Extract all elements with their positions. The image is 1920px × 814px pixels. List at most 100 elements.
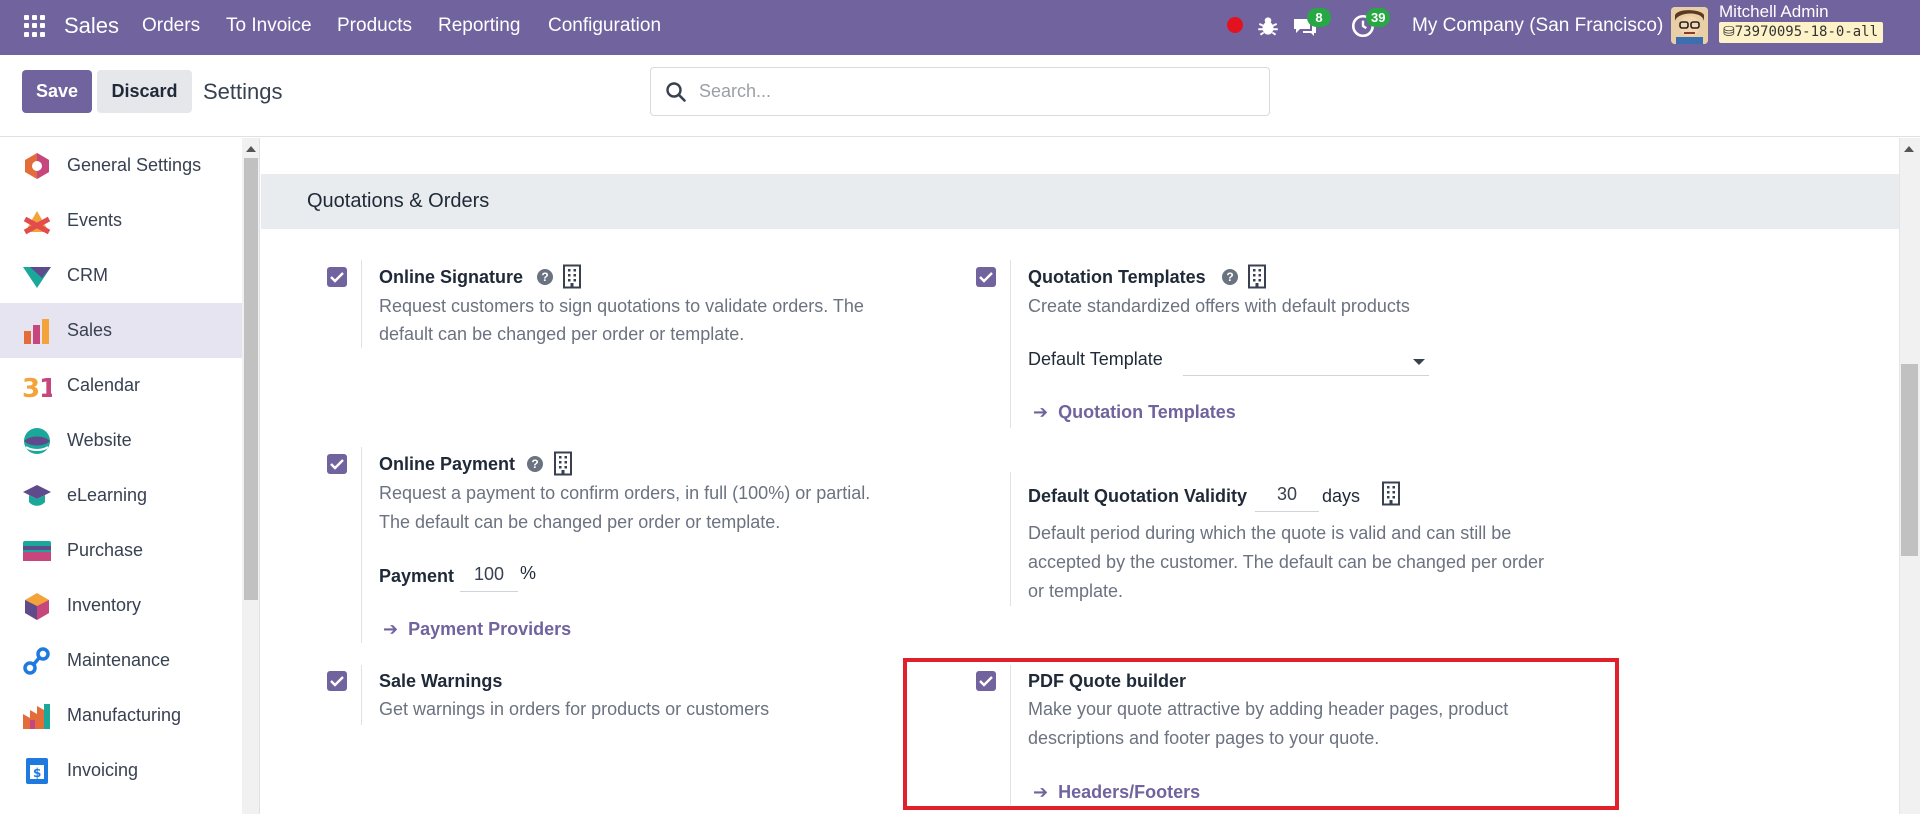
save-button[interactable]: Save: [22, 70, 92, 113]
messages-count-badge: 8: [1307, 8, 1331, 27]
arrow-right-icon: ➔: [1033, 402, 1049, 422]
menu-to-invoice[interactable]: To Invoice: [226, 0, 312, 51]
sidebar-label: eLearning: [67, 485, 148, 505]
top-navbar: Sales Orders To Invoice Products Reporti…: [0, 0, 1920, 55]
company-building-icon: [1382, 481, 1400, 506]
default-template-select[interactable]: [1183, 346, 1429, 376]
discard-button[interactable]: Discard: [97, 70, 192, 113]
menu-orders[interactable]: Orders: [142, 0, 200, 51]
sidebar-label: Maintenance: [67, 650, 171, 670]
user-name[interactable]: Mitchell Admin: [1719, 2, 1829, 22]
page-title: Settings: [203, 79, 283, 104]
invoicing-icon: $: [26, 758, 48, 784]
general-settings-icon: [25, 153, 49, 179]
sidebar-item-purchase[interactable]: Purchase: [0, 523, 242, 578]
activities-count-badge: 39: [1366, 8, 1391, 27]
setting-divider: [361, 260, 362, 348]
bug-icon[interactable]: [1255, 13, 1281, 39]
section-header: Quotations & Orders: [261, 174, 1900, 229]
sale-warnings-checkbox[interactable]: [327, 671, 347, 691]
sidebar-item-elearning[interactable]: eLearning: [0, 468, 242, 523]
quotation-validity-desc-line3: or template.: [1028, 581, 1124, 601]
online-payment-desc-line1: Request a payment to confirm orders, in …: [379, 483, 871, 503]
help-icon[interactable]: ?: [1222, 269, 1238, 285]
dropdown-caret-icon[interactable]: [1413, 359, 1425, 365]
content-scrollbar-thumb[interactable]: [1901, 364, 1918, 556]
link-label: Quotation Templates: [1058, 402, 1236, 422]
settings-sidebar: General Settings Events CRM Sales 3 1 Ca…: [0, 138, 242, 814]
database-icon: ⛁: [1723, 24, 1735, 40]
svg-text:$: $: [33, 766, 41, 780]
sidebar-label: General Settings: [67, 155, 202, 175]
search-box[interactable]: [650, 67, 1270, 116]
payment-providers-link[interactable]: ➔ Payment Providers: [383, 619, 571, 640]
sidebar-label: Inventory: [67, 595, 142, 615]
website-icon: [24, 428, 50, 454]
calendar-icon: 3 1: [22, 374, 52, 400]
app-brand[interactable]: Sales: [64, 0, 119, 51]
company-building-icon: [554, 451, 572, 476]
online-signature-desc-line1: Request customers to sign quotations to …: [379, 296, 864, 316]
sidebar-item-sales[interactable]: Sales: [0, 303, 242, 358]
help-icon[interactable]: ?: [537, 269, 553, 285]
online-payment-desc-line2: The default can be changed per order or …: [379, 512, 781, 532]
setting-divider: [1010, 472, 1011, 606]
sale-warnings-desc: Get warnings in orders for products or c…: [379, 699, 770, 719]
manufacturing-icon: [23, 704, 50, 729]
payment-percent-input[interactable]: 100: [460, 564, 518, 592]
quotation-templates-desc: Create standardized offers with default …: [1028, 296, 1410, 316]
sidebar-label: Events: [67, 210, 123, 230]
sidebar-label: Website: [67, 430, 132, 450]
company-building-icon: [563, 264, 581, 289]
recording-indicator-icon[interactable]: [1227, 17, 1243, 33]
inventory-icon: [25, 593, 49, 620]
online-signature-checkbox[interactable]: [327, 267, 347, 287]
sidebar-item-events[interactable]: Events: [0, 193, 242, 248]
online-payment-checkbox[interactable]: [327, 454, 347, 474]
sidebar-label: Sales: [67, 320, 113, 340]
sidebar-item-inventory[interactable]: Inventory: [0, 578, 242, 633]
search-input[interactable]: [699, 68, 1259, 115]
online-signature-title: Online Signature: [379, 267, 524, 287]
database-badge: ⛁73970095-18-0-all: [1719, 22, 1884, 43]
elearning-icon: [23, 485, 51, 506]
user-avatar[interactable]: [1671, 7, 1708, 44]
events-icon: [23, 211, 51, 235]
sidebar-item-general-settings[interactable]: General Settings: [0, 138, 242, 193]
setting-divider: [361, 665, 362, 725]
help-icon[interactable]: ?: [527, 456, 543, 472]
menu-products[interactable]: Products: [337, 0, 412, 51]
crm-icon: [23, 267, 51, 288]
default-template-label: Default Template: [1028, 349, 1163, 369]
quotation-templates-checkbox[interactable]: [976, 267, 996, 287]
quotation-validity-input[interactable]: 30: [1255, 484, 1319, 512]
apps-menu-icon[interactable]: [24, 15, 46, 37]
maintenance-icon: [23, 647, 50, 675]
quotation-validity-desc-line1: Default period during which the quote is…: [1028, 523, 1512, 543]
search-icon: [666, 82, 686, 102]
menu-reporting[interactable]: Reporting: [438, 0, 520, 51]
menu-configuration[interactable]: Configuration: [548, 0, 661, 51]
scroll-up-arrow-icon[interactable]: [246, 146, 256, 152]
scroll-up-arrow-icon[interactable]: [1904, 146, 1914, 152]
sidebar-label: Purchase: [67, 540, 144, 560]
sidebar-item-invoicing[interactable]: $ Invoicing: [0, 743, 242, 798]
quotation-validity-desc-line2: accepted by the customer. The default ca…: [1028, 552, 1545, 572]
setting-divider: [361, 447, 362, 643]
sidebar-item-website[interactable]: Website: [0, 413, 242, 468]
sidebar-item-calendar[interactable]: 3 1 Calendar: [0, 358, 242, 413]
sidebar-item-manufacturing[interactable]: Manufacturing: [0, 688, 242, 743]
svg-text:3: 3: [22, 374, 40, 400]
sales-icon: [24, 319, 49, 344]
quotation-validity-unit: days: [1322, 486, 1361, 506]
quotation-templates-link[interactable]: ➔ Quotation Templates: [1033, 402, 1236, 423]
sidebar-item-maintenance[interactable]: Maintenance: [0, 633, 242, 688]
company-switcher[interactable]: My Company (San Francisco): [1412, 0, 1663, 51]
arrow-right-icon: ➔: [383, 619, 399, 639]
online-signature-desc-line2: default can be changed per order or temp…: [379, 324, 745, 344]
control-panel: Save Discard Settings: [0, 55, 1920, 137]
company-building-icon: [1248, 264, 1266, 289]
sidebar-scrollbar-thumb[interactable]: [244, 158, 258, 600]
quotation-templates-title: Quotation Templates: [1028, 267, 1206, 287]
sidebar-item-crm[interactable]: CRM: [0, 248, 242, 303]
